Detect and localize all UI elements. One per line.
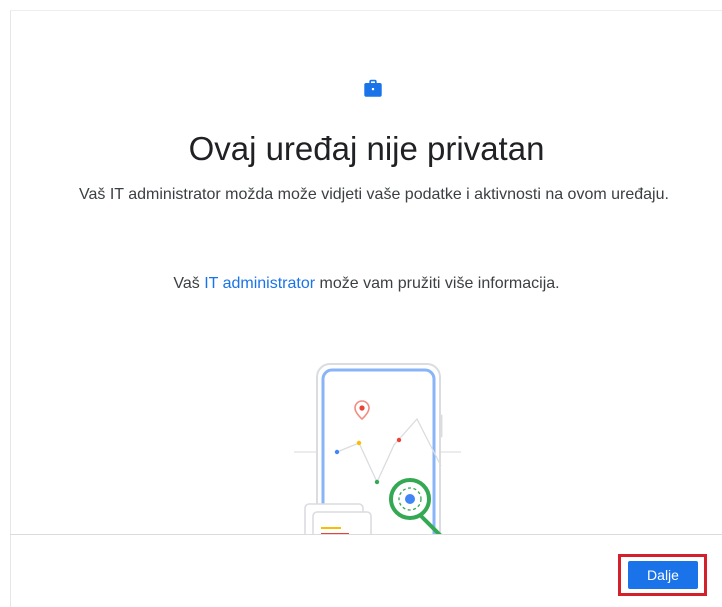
it-administrator-link[interactable]: IT administrator: [204, 275, 315, 292]
page-description: Vaš IT administrator možda može vidjeti …: [79, 186, 669, 203]
next-button[interactable]: Dalje: [628, 561, 698, 589]
page-title: Ovaj uređaj nije privatan: [188, 130, 545, 167]
content-area: Ovaj uređaj nije privatan Vaš IT adminis…: [11, 11, 722, 534]
phone-magnifier-illustration: [294, 363, 461, 534]
footer-divider: [10, 534, 722, 535]
briefcase-icon: [364, 79, 382, 97]
setup-screen: Ovaj uređaj nije privatan Vaš IT adminis…: [0, 0, 722, 607]
info-suffix: može vam pružiti više informacija.: [315, 275, 560, 292]
info-prefix: Vaš: [173, 275, 205, 292]
info-text: Vaš IT administrator može vam pružiti vi…: [11, 271, 722, 296]
